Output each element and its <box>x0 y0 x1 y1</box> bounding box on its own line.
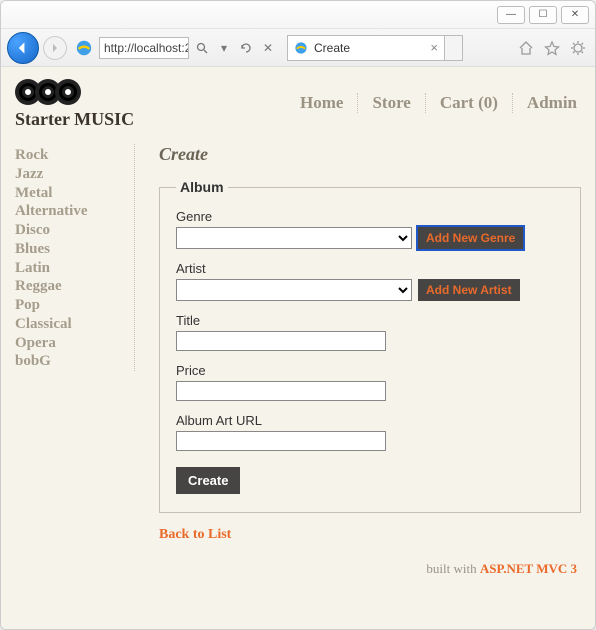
nav-cart[interactable]: Cart (0) <box>426 93 513 113</box>
site-title: Starter MUSIC <box>15 109 134 130</box>
price-label: Price <box>176 363 564 378</box>
page-heading: Create <box>159 144 581 165</box>
logo-block: Starter MUSIC <box>15 79 134 130</box>
sidebar-item[interactable]: Pop <box>15 296 126 315</box>
add-artist-button[interactable]: Add New Artist <box>418 279 520 301</box>
browser-window: — ☐ ✕ http://localhost:24 ▾ ✕ <box>0 0 596 630</box>
sidebar-item[interactable]: Opera <box>15 334 126 353</box>
browser-toolbar: http://localhost:24 ▾ ✕ Create × <box>1 29 595 67</box>
genre-sidebar: Rock Jazz Metal Alternative Disco Blues … <box>15 144 135 371</box>
ie-logo-icon <box>75 39 93 57</box>
sidebar-item[interactable]: Disco <box>15 221 126 240</box>
nav-admin[interactable]: Admin <box>513 93 581 113</box>
home-icon[interactable] <box>517 39 535 57</box>
page-footer: built with ASP.NET MVC 3 <box>159 561 581 577</box>
nav-back-button[interactable] <box>7 32 39 64</box>
page-viewport: Starter MUSIC Home Store Cart (0) Admin … <box>1 67 595 629</box>
field-price: Price <box>176 363 564 401</box>
site-header: Starter MUSIC Home Store Cart (0) Admin <box>15 75 581 130</box>
nav-forward-button[interactable] <box>43 36 67 60</box>
logo-icon <box>15 79 134 105</box>
arrow-right-icon <box>50 43 60 53</box>
nav-home[interactable]: Home <box>286 93 358 113</box>
sidebar-item[interactable]: Classical <box>15 315 126 334</box>
window-titlebar: — ☐ ✕ <box>1 1 595 29</box>
genre-label: Genre <box>176 209 564 224</box>
price-input[interactable] <box>176 381 386 401</box>
stop-icon[interactable]: ✕ <box>259 39 277 57</box>
album-fieldset: Album Genre Add New Genre Artist Add New… <box>159 179 581 513</box>
refresh-icon[interactable] <box>237 39 255 57</box>
search-icon[interactable] <box>193 39 211 57</box>
sidebar-item[interactable]: Rock <box>15 146 126 165</box>
top-nav: Home Store Cart (0) Admin <box>286 93 581 113</box>
sidebar-item[interactable]: Blues <box>15 240 126 259</box>
art-url-label: Album Art URL <box>176 413 564 428</box>
main-content: Create Album Genre Add New Genre Artist <box>135 144 581 577</box>
back-to-list-link[interactable]: Back to List <box>159 527 231 543</box>
new-tab-button[interactable] <box>445 35 463 61</box>
art-url-input[interactable] <box>176 431 386 451</box>
window-close-button[interactable]: ✕ <box>561 6 589 24</box>
create-button[interactable]: Create <box>176 467 240 494</box>
field-artist: Artist Add New Artist <box>176 261 564 301</box>
sidebar-item[interactable]: bobG <box>15 352 126 371</box>
nav-store[interactable]: Store <box>358 93 425 113</box>
footer-prefix: built with <box>426 561 479 576</box>
body-row: Rock Jazz Metal Alternative Disco Blues … <box>15 144 581 577</box>
tools-icon[interactable] <box>569 39 587 57</box>
field-art-url: Album Art URL <box>176 413 564 451</box>
sidebar-item[interactable]: Latin <box>15 259 126 278</box>
window-minimize-button[interactable]: — <box>497 6 525 24</box>
sidebar-item[interactable]: Metal <box>15 184 126 203</box>
add-genre-button[interactable]: Add New Genre <box>418 227 523 249</box>
sidebar-item[interactable]: Alternative <box>15 202 126 221</box>
footer-link[interactable]: ASP.NET MVC 3 <box>480 561 577 576</box>
browser-tab[interactable]: Create × <box>287 35 445 61</box>
tab-strip: Create × <box>287 35 507 61</box>
sidebar-item[interactable]: Jazz <box>15 165 126 184</box>
arrow-left-icon <box>16 41 30 55</box>
genre-select[interactable] <box>176 227 412 249</box>
favorites-icon[interactable] <box>543 39 561 57</box>
ie-logo-icon <box>294 41 308 55</box>
title-label: Title <box>176 313 564 328</box>
fieldset-legend: Album <box>176 179 228 195</box>
tab-title: Create <box>314 41 350 55</box>
title-input[interactable] <box>176 331 386 351</box>
window-maximize-button[interactable]: ☐ <box>529 6 557 24</box>
address-text: http://localhost:24 <box>104 41 189 55</box>
artist-label: Artist <box>176 261 564 276</box>
toolbar-right <box>517 39 587 57</box>
address-bar[interactable]: http://localhost:24 <box>99 37 189 59</box>
field-genre: Genre Add New Genre <box>176 209 564 249</box>
sidebar-item[interactable]: Reggae <box>15 277 126 296</box>
dropdown-icon[interactable]: ▾ <box>215 39 233 57</box>
field-title: Title <box>176 313 564 351</box>
artist-select[interactable] <box>176 279 412 301</box>
tab-close-button[interactable]: × <box>430 40 438 55</box>
